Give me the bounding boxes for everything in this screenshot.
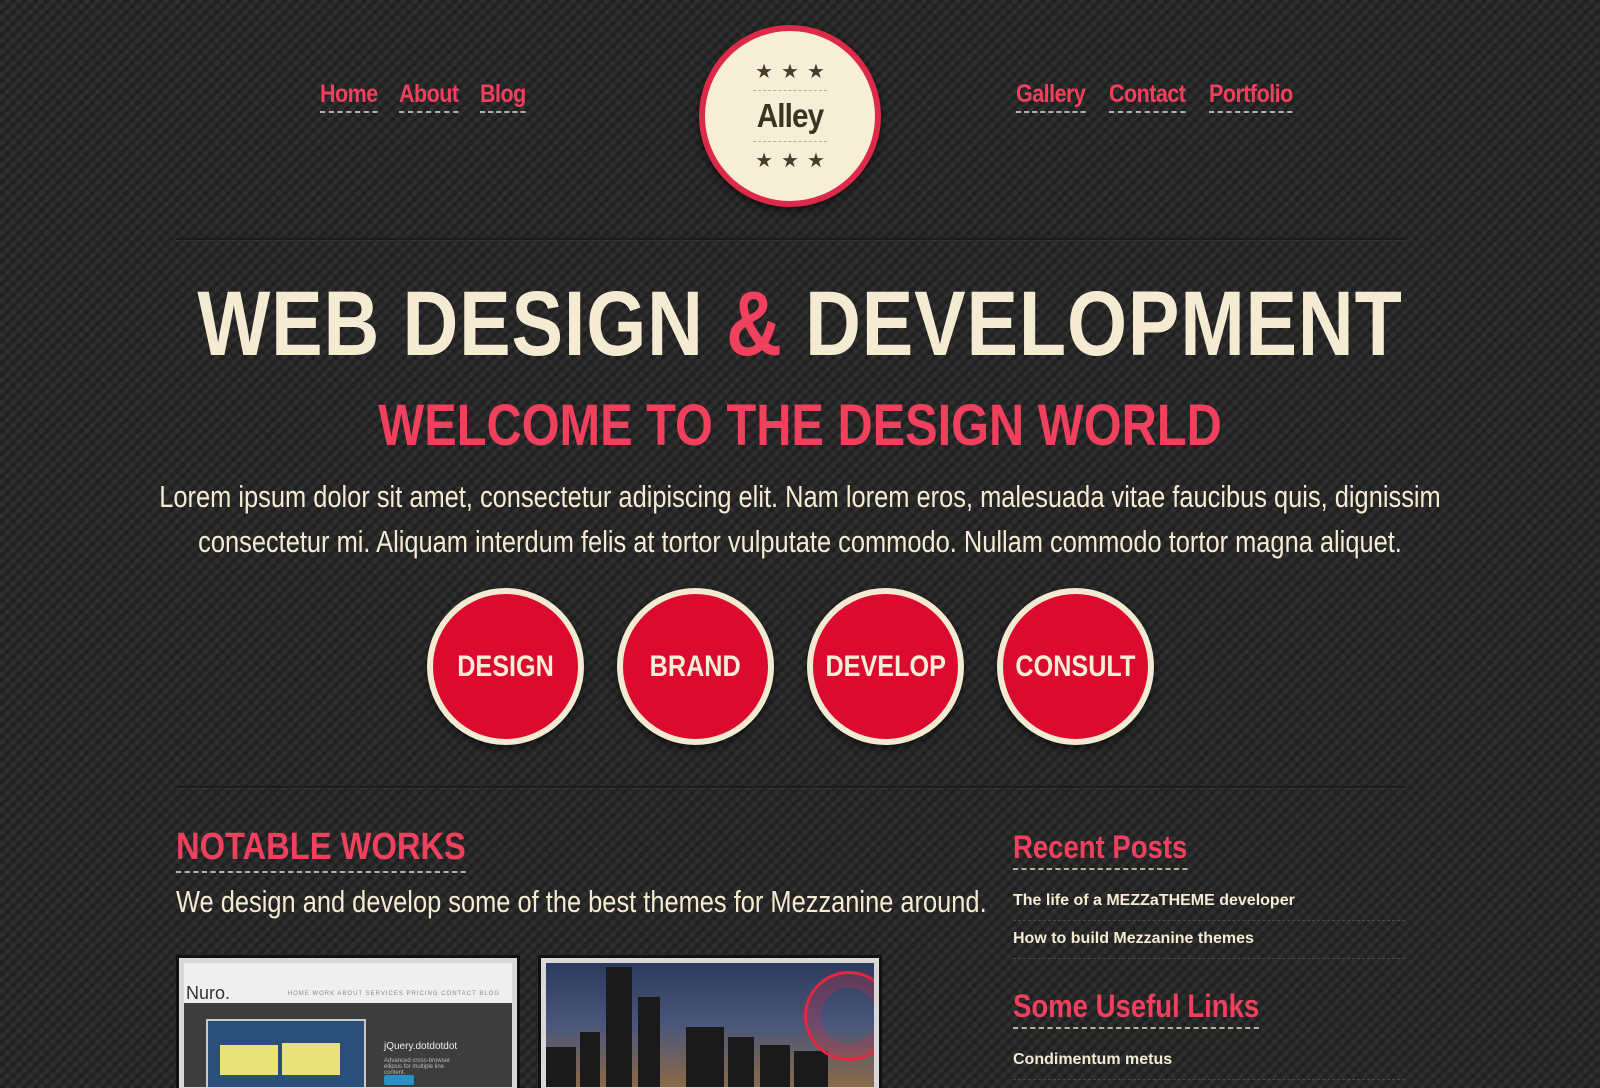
nav-link-gallery[interactable]: Gallery bbox=[1016, 80, 1086, 113]
service-consult-button[interactable]: CONSULT bbox=[997, 588, 1154, 745]
hero-body-line1: Lorem ipsum dolor sit amet, consectetur … bbox=[159, 479, 1441, 514]
main-nav-left: Home About Blog bbox=[320, 80, 526, 113]
building bbox=[686, 1027, 724, 1087]
mock-button bbox=[384, 1075, 414, 1085]
service-circles: DESIGN BRAND DEVELOP CONSULT bbox=[427, 588, 1154, 745]
ferris-wheel bbox=[804, 971, 874, 1061]
header-divider bbox=[176, 238, 1406, 240]
building bbox=[580, 1032, 600, 1087]
mock-heading: jQuery.dotdotdot bbox=[384, 1041, 458, 1052]
mock-subtext: Advanced cross-browser ellipsis for mult… bbox=[384, 1058, 451, 1076]
nav-link-portfolio[interactable]: Portfolio bbox=[1209, 80, 1294, 113]
building bbox=[606, 967, 632, 1087]
recent-posts-title: Recent Posts bbox=[1013, 829, 1188, 870]
thumbnail-image: Nuro. HOME WORK ABOUT SERVICES PRICING C… bbox=[184, 963, 512, 1087]
useful-links-title: Some Useful Links bbox=[1013, 988, 1260, 1029]
nav-link-home[interactable]: Home bbox=[320, 80, 378, 113]
nav-link-blog[interactable]: Blog bbox=[480, 80, 526, 113]
hero-title-part1: WEB DESIGN bbox=[197, 273, 704, 375]
nav-link-contact[interactable]: Contact bbox=[1108, 80, 1186, 113]
mock-topbar: Nuro. HOME WORK ABOUT SERVICES PRICING C… bbox=[184, 963, 512, 1003]
useful-link[interactable]: Condimentum metus bbox=[1013, 1042, 1405, 1080]
logo-name: Alley bbox=[756, 97, 824, 134]
nav-link-about[interactable]: About bbox=[399, 80, 459, 113]
logo-rule-bottom bbox=[753, 141, 827, 142]
hero-body-line2: consectetur mi. Aliquam interdum felis a… bbox=[198, 524, 1402, 559]
useful-links-list: Condimentum metus bbox=[1013, 1042, 1405, 1080]
recent-post-link[interactable]: The life of a MEZZaTHEME developer bbox=[1013, 883, 1405, 921]
recent-posts-list: The life of a MEZZaTHEME developer How t… bbox=[1013, 883, 1405, 959]
mock-brand: Nuro. bbox=[186, 983, 231, 1003]
logo-rule-top bbox=[753, 90, 827, 91]
logo-stars-top: ★★★ bbox=[755, 61, 833, 83]
site-logo[interactable]: ★★★ Alley ★★★ bbox=[699, 25, 881, 207]
portfolio-thumbnail-city[interactable] bbox=[538, 955, 882, 1088]
service-brand-button[interactable]: BRAND bbox=[617, 588, 774, 745]
service-develop-button[interactable]: DEVELOP bbox=[807, 588, 964, 745]
building bbox=[728, 1037, 754, 1087]
service-label: DEVELOP bbox=[825, 649, 946, 683]
service-label: CONSULT bbox=[1015, 649, 1136, 683]
content-divider bbox=[176, 786, 1406, 788]
building bbox=[638, 997, 660, 1087]
service-label: BRAND bbox=[649, 649, 741, 683]
mock-note bbox=[220, 1045, 278, 1075]
building bbox=[546, 1047, 576, 1087]
main-nav-right: Gallery Contact Portfolio bbox=[1016, 80, 1299, 113]
hero-subtitle: WELCOME TO THE DESIGN WORLD bbox=[378, 393, 1222, 458]
logo-stars-bottom: ★★★ bbox=[755, 150, 833, 172]
mock-note bbox=[282, 1043, 340, 1075]
mock-menu: HOME WORK ABOUT SERVICES PRICING CONTACT… bbox=[287, 991, 500, 997]
hero-title: WEB DESIGN & DEVELOPMENT bbox=[128, 272, 1472, 377]
service-label: DESIGN bbox=[457, 649, 554, 683]
notable-works-description: We design and develop some of the best t… bbox=[176, 884, 987, 919]
building bbox=[760, 1045, 790, 1087]
recent-post-link[interactable]: How to build Mezzanine themes bbox=[1013, 921, 1405, 959]
thumbnail-image bbox=[546, 963, 874, 1087]
building bbox=[794, 1051, 828, 1087]
hero-title-amp: & bbox=[726, 273, 783, 375]
portfolio-thumbnail-nuro[interactable]: Nuro. HOME WORK ABOUT SERVICES PRICING C… bbox=[176, 955, 520, 1088]
service-design-button[interactable]: DESIGN bbox=[427, 588, 584, 745]
hero-title-part2: DEVELOPMENT bbox=[805, 273, 1403, 375]
notable-works-title: NOTABLE WORKS bbox=[176, 826, 466, 873]
hero-body: Lorem ipsum dolor sit amet, consectetur … bbox=[144, 474, 1456, 564]
